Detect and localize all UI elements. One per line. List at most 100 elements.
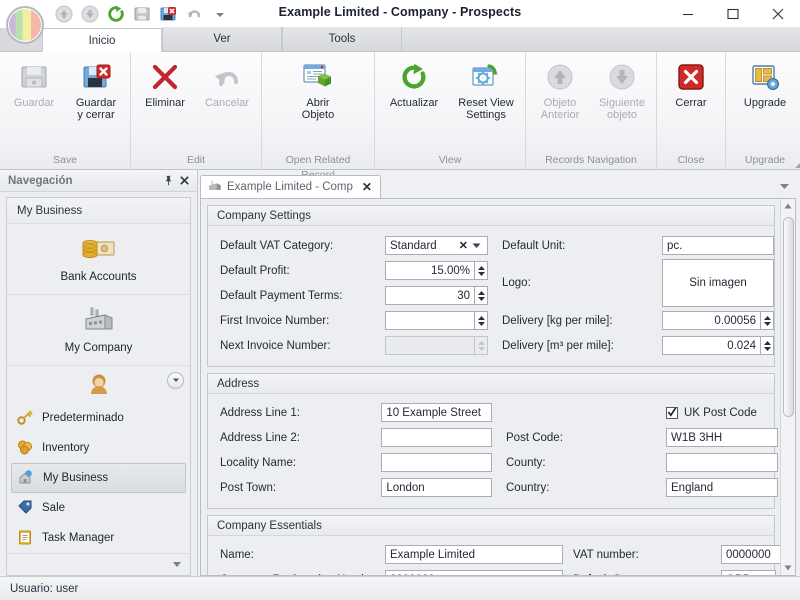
ribbon-group-view-label: View xyxy=(375,153,525,170)
upgrade-button[interactable]: Upgrade xyxy=(729,57,800,109)
sale-tag-icon xyxy=(17,499,33,518)
nav-collapse-button[interactable] xyxy=(167,372,184,389)
default-currency-chevron-down-icon[interactable] xyxy=(760,574,771,576)
default-payment-terms-input[interactable]: 30 xyxy=(385,286,475,305)
document-scroll-content: Company Settings Default VAT Category: S… xyxy=(201,199,780,575)
document-tab-close-icon[interactable]: ✕ xyxy=(362,180,372,194)
document-tab-list-chevron-down-icon[interactable] xyxy=(779,181,790,193)
post-code-input[interactable]: W1B 3HH xyxy=(666,428,778,447)
maximize-button[interactable] xyxy=(710,0,755,28)
abrir-objeto-button[interactable]: Abrir Objeto xyxy=(282,57,354,121)
field-delivery-kg-per-mile-label: Delivery [kg per mile]: xyxy=(502,315,662,327)
first-invoice-number-spinner[interactable] xyxy=(475,311,488,330)
nav-big-item-bank-accounts[interactable]: Bank Accounts xyxy=(7,224,190,295)
guardar-button[interactable]: Guardar xyxy=(3,57,65,109)
siguiente-objeto-button[interactable]: Siguiente objeto xyxy=(591,57,653,121)
group-company-essentials-title: Company Essentials xyxy=(208,516,774,536)
ribbon-tab-ver[interactable]: Ver xyxy=(162,27,282,51)
field-locality-name-label: Locality Name: xyxy=(220,457,381,469)
vscroll-track[interactable] xyxy=(781,213,796,561)
sidebar-item-sale[interactable]: Sale xyxy=(7,493,190,523)
cerrar-button[interactable]: Cerrar xyxy=(660,57,722,109)
close-icon[interactable] xyxy=(176,173,192,189)
guardar-label: Guardar xyxy=(14,97,54,109)
name-input[interactable]: Example Limited xyxy=(385,545,563,564)
next-invoice-number-spinner xyxy=(475,336,488,355)
ribbon-group-records-navigation: Objeto Anterior Siguiente objeto Records… xyxy=(526,52,657,170)
delivery-kg-per-mile-spinner[interactable] xyxy=(761,311,774,330)
vscroll-up-arrow-icon[interactable] xyxy=(784,199,792,213)
default-profit-input[interactable]: 15.00% xyxy=(385,261,475,280)
upgrade-dialog-launcher[interactable] xyxy=(795,163,800,168)
vscroll-down-arrow-icon[interactable] xyxy=(784,561,792,575)
field-address-line-2: Address Line 2: xyxy=(220,425,492,450)
actualizar-button[interactable]: Actualizar xyxy=(378,57,450,109)
field-logo-label: Logo: xyxy=(502,277,662,289)
company-registration-number-input[interactable]: 0000000 xyxy=(385,570,563,575)
nav-down-icon[interactable] xyxy=(81,5,99,23)
default-unit-input[interactable]: pc. xyxy=(662,236,774,255)
inventory-boxes-icon xyxy=(17,439,33,458)
application-window: Example Limited - Company - Prospects In… xyxy=(0,0,800,600)
locality-name-input[interactable] xyxy=(381,453,492,472)
guardar-y-cerrar-button[interactable]: Guardar y cerrar xyxy=(65,57,127,121)
sidebar-item-sale-label: Sale xyxy=(42,502,65,514)
save-close-icon[interactable] xyxy=(159,5,177,23)
sidebar-item-predeterminado-label: Predeterminado xyxy=(42,412,124,424)
default-vat-category-clear-icon[interactable]: ✕ xyxy=(459,239,472,252)
field-default-payment-terms: Default Payment Terms: 30 xyxy=(220,283,488,308)
refresh-icon[interactable] xyxy=(107,5,125,23)
nav-footer-chevron-down-icon[interactable] xyxy=(172,559,182,571)
customize-qat-caret-icon[interactable] xyxy=(211,5,229,23)
reset-view-settings-button[interactable]: Reset View Settings xyxy=(450,57,522,121)
nav-up-icon[interactable] xyxy=(55,5,73,23)
document-tab[interactable]: Example Limited - Comp ✕ xyxy=(200,175,381,198)
objeto-anterior-button[interactable]: Objeto Anterior xyxy=(529,57,591,121)
nav-big-item-partial[interactable] xyxy=(7,366,190,400)
delivery-m3-per-mile-spinner[interactable] xyxy=(761,336,774,355)
delivery-kg-per-mile-input[interactable]: 0.00056 xyxy=(662,311,761,330)
ribbon-tab-tools[interactable]: Tools xyxy=(282,27,402,51)
close-button[interactable] xyxy=(755,0,800,28)
navigation-section-title: My Business xyxy=(7,198,190,224)
eliminar-button[interactable]: Eliminar xyxy=(134,57,196,109)
field-next-invoice-number: Next Invoice Number: xyxy=(220,333,488,358)
siguiente-objeto-label: Siguiente objeto xyxy=(599,97,645,121)
default-profit-spinner[interactable] xyxy=(475,261,488,280)
default-currency-combobox[interactable]: GBP xyxy=(721,570,776,575)
vscroll-thumb[interactable] xyxy=(783,217,794,417)
minimize-button[interactable] xyxy=(665,0,710,28)
abrir-objeto-label: Abrir Objeto xyxy=(302,97,334,121)
sidebar-item-task-manager[interactable]: Task Manager xyxy=(7,523,190,553)
field-name: Name: Example Limited xyxy=(220,542,563,567)
undo-icon[interactable] xyxy=(185,5,203,23)
ribbon-tab-inicio[interactable]: Inicio xyxy=(42,28,162,52)
uk-post-code-checkbox[interactable] xyxy=(666,407,678,419)
delivery-m3-per-mile-input[interactable]: 0.024 xyxy=(662,336,761,355)
default-vat-category-combobox[interactable]: Standard ✕ xyxy=(385,236,488,255)
country-input[interactable]: England xyxy=(666,478,778,497)
ribbon-tab-filler xyxy=(402,27,800,51)
pin-icon[interactable] xyxy=(160,173,176,189)
address-line-1-input[interactable]: 10 Example Street xyxy=(381,403,492,422)
first-invoice-number-input[interactable] xyxy=(385,311,475,330)
address-line-2-input[interactable] xyxy=(381,428,492,447)
vat-number-input[interactable]: 0000000 xyxy=(721,545,780,564)
default-payment-terms-spinner[interactable] xyxy=(475,286,488,305)
cancelar-button[interactable]: Cancelar xyxy=(196,57,258,109)
vertical-scrollbar[interactable] xyxy=(780,199,795,575)
sidebar-item-predeterminado[interactable]: Predeterminado xyxy=(7,403,190,433)
sidebar-item-my-business[interactable]: My Business xyxy=(11,463,186,493)
nav-big-item-my-company[interactable]: My Company xyxy=(7,295,190,366)
uk-post-code-label: UK Post Code xyxy=(684,407,757,419)
sidebar-item-inventory[interactable]: Inventory xyxy=(7,433,190,463)
post-town-input[interactable]: London xyxy=(381,478,492,497)
application-menu-button[interactable] xyxy=(6,6,44,44)
save-icon[interactable] xyxy=(133,5,151,23)
default-vat-category-chevron-down-icon[interactable] xyxy=(472,240,483,252)
county-input[interactable] xyxy=(666,453,778,472)
logo-image-box[interactable]: Sin imagen xyxy=(662,259,774,307)
field-county-label: County: xyxy=(506,457,666,469)
my-company-icon xyxy=(83,305,115,338)
delivery-m3-per-mile-value: 0.024 xyxy=(727,340,756,352)
